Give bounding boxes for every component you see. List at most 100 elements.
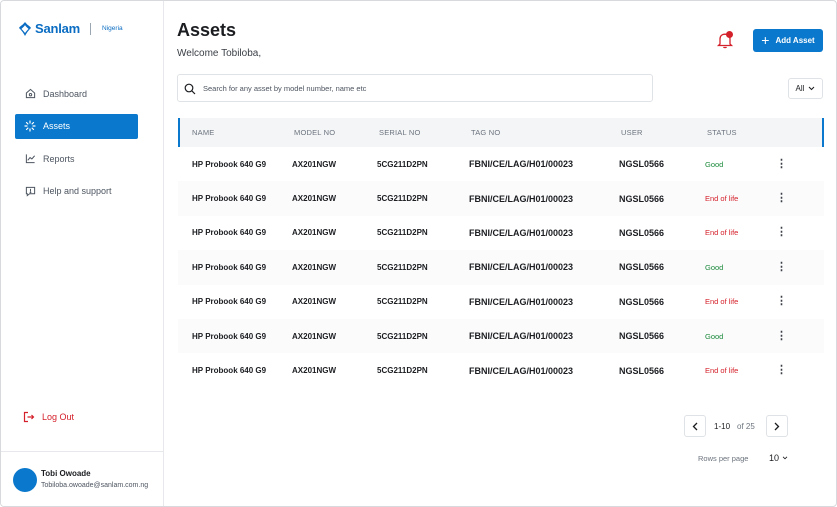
sidebar-item-dashboard[interactable]: Dashboard [15,81,138,106]
cell-name: HP Probook 640 G9 [192,159,267,169]
sidebar-item-label: Dashboard [43,88,88,99]
avatar [13,468,37,492]
column-header-serial[interactable]: SERIAL NO [379,128,471,137]
table-row[interactable]: HP Probook 640 G9 AX201NGW 5CG211D2PN FBNI/… [178,215,824,251]
cell-serial: 5CG211D2PN [377,159,428,169]
more-vertical-icon[interactable]: ⋮ [776,365,787,376]
table-row[interactable]: HP Probook 640 G9 AX201NGW 5CG211D2PN FBNI/… [178,147,824,182]
sidebar-item-assets[interactable]: Assets [15,113,138,139]
assets-table: NAME MODEL NO SERIAL NO TAG NO USER STAT… [178,118,824,388]
search-input[interactable] [203,83,623,93]
cell-model: AX201NGW [292,194,337,204]
cell-status: Good [705,160,773,169]
cell-name: HP Probook 640 G9 [192,297,267,307]
more-vertical-icon[interactable]: ⋮ [776,158,787,170]
cell-tag: FBNI/CE/LAG/H01/00023 [469,262,574,273]
cell-status: End of life [705,366,773,375]
cell-model: AX201NGW [292,262,337,272]
more-vertical-icon[interactable]: ⋮ [776,261,787,273]
cell-user: NGSL0566 [619,159,665,170]
cell-actions: ⋮ [773,296,789,307]
more-vertical-icon[interactable]: ⋮ [776,330,787,342]
table-row[interactable]: HP Probook 640 G9 AX201NGW 5CG211D2PN FBNI/… [178,250,824,285]
filter-value: All [795,84,805,93]
help-chat-icon [24,185,36,197]
brand-divider [90,22,92,35]
cell-actions: ⋮ [773,227,789,238]
cell-actions: ⋮ [773,365,789,376]
user-profile[interactable]: Tobi Owoade Tobiloba.owoade@sanlam.com.n… [1,451,163,506]
status-badge: End of life [705,366,739,376]
plus-icon: + [761,32,770,48]
status-badge: Good [705,331,724,341]
sanlam-shield-icon [19,21,31,36]
more-vertical-icon[interactable]: ⋮ [776,296,787,307]
previous-page-button[interactable] [684,415,706,437]
table-row[interactable]: HP Probook 640 G9 AX201NGW 5CG211D2PN FBNI/… [178,318,824,354]
column-header-user[interactable]: USER [621,128,707,137]
search-bar [177,74,653,102]
rows-per-page-label: Rows per page [698,454,749,463]
logout-button[interactable]: Log Out [23,411,74,423]
brand-logo[interactable]: Sanlam Nigeria [19,21,123,36]
cell-tag: FBNI/CE/LAG/H01/00023 [469,331,574,342]
sidebar: Sanlam Nigeria Dashboard Assets Reports … [1,1,164,506]
table-row[interactable]: HP Probook 640 G9 AX201NGW 5CG211D2PN FBNI/… [178,181,824,216]
more-vertical-icon[interactable]: ⋮ [776,227,787,238]
loader-icon [24,120,36,132]
table-body: HP Probook 640 G9 AX201NGW 5CG211D2PN FBNI/… [178,147,824,388]
status-badge: End of life [705,228,739,238]
page-title: Assets [177,20,237,40]
cell-tag: FBNI/CE/LAG/H01/00023 [469,227,574,238]
status-badge: Good [705,262,724,272]
status-filter-dropdown[interactable]: All [788,78,823,99]
more-vertical-icon[interactable]: ⋮ [776,193,787,204]
cell-name: HP Probook 640 G9 [192,194,267,204]
cell-user: NGSL0566 [619,262,665,273]
chevron-left-icon [692,422,698,430]
sidebar-nav: Dashboard Assets Reports Help and suppor… [15,81,138,211]
chevron-right-icon [774,422,780,430]
search-icon [184,82,196,95]
cell-user: NGSL0566 [619,296,665,307]
cell-tag: FBNI/CE/LAG/H01/00023 [469,159,574,170]
cell-serial: 5CG211D2PN [377,297,428,307]
cell-serial: 5CG211D2PN [377,228,428,238]
cell-serial: 5CG211D2PN [377,366,428,376]
cell-status: Good [705,332,773,341]
sidebar-item-label: Help and support [43,186,112,196]
cell-user: NGSL0566 [619,227,665,238]
brand-name: Sanlam [35,21,81,36]
table-header: NAME MODEL NO SERIAL NO TAG NO USER STAT… [178,118,824,147]
user-name: Tobi Owoade [41,469,91,478]
cell-serial: 5CG211D2PN [377,194,428,204]
add-asset-button[interactable]: + Add Asset [753,29,823,52]
cell-name: HP Probook 640 G9 [192,262,267,272]
cell-actions: ⋮ [773,158,789,170]
cell-user: NGSL0566 [619,331,665,342]
chevron-down-icon [809,86,815,91]
sidebar-item-help[interactable]: Help and support [15,179,138,204]
cell-status: Good [705,263,773,272]
cell-name: HP Probook 640 G9 [192,331,267,341]
column-header-status[interactable]: STATUS [707,128,775,137]
column-header-tag[interactable]: TAG NO [471,128,621,137]
sidebar-item-reports[interactable]: Reports [15,146,138,171]
cell-actions: ⋮ [773,193,789,204]
cell-name: HP Probook 640 G9 [192,228,267,238]
cell-actions: ⋮ [773,261,789,273]
next-page-button[interactable] [766,415,788,437]
cell-name: HP Probook 640 G9 [192,366,267,376]
cell-model: AX201NGW [292,366,337,376]
app-frame: Sanlam Nigeria Dashboard Assets Reports … [0,0,837,507]
rows-per-page-select[interactable]: 10 [769,453,788,463]
cell-serial: 5CG211D2PN [377,331,428,341]
column-header-model[interactable]: MODEL NO [294,128,379,137]
sidebar-item-label: Reports [43,153,75,164]
table-row[interactable]: HP Probook 640 G9 AX201NGW 5CG211D2PN FBNI/… [178,284,824,319]
table-row[interactable]: HP Probook 640 G9 AX201NGW 5CG211D2PN FBNI/… [178,353,824,388]
cell-actions: ⋮ [773,330,789,342]
cell-status: End of life [705,297,773,306]
column-header-name[interactable]: NAME [180,128,294,137]
cell-tag: FBNI/CE/LAG/H01/00023 [469,193,574,204]
